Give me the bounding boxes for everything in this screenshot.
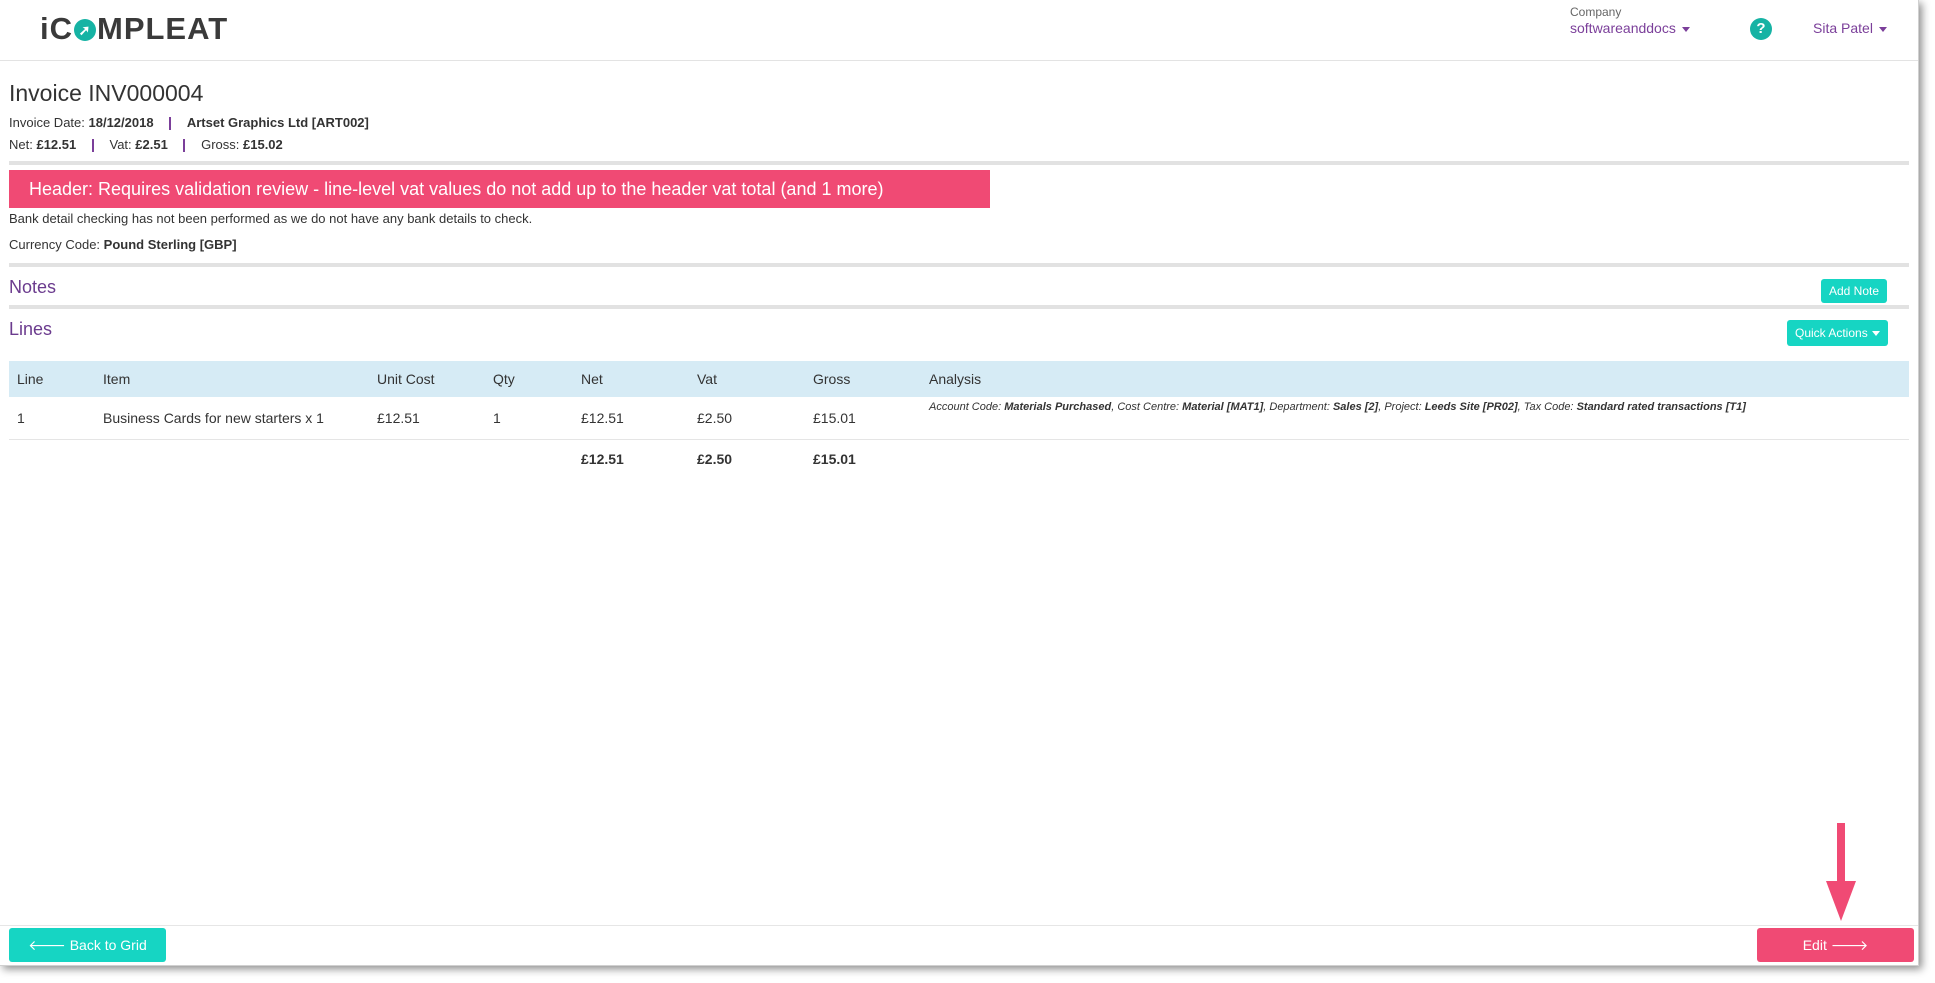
notes-title: Notes: [9, 277, 57, 298]
column-header: Qty: [493, 371, 515, 388]
arrow-right-icon: 🡒: [1826, 937, 1869, 953]
back-label: Back to Grid: [69, 937, 147, 953]
line-number: 1: [9, 397, 95, 441]
total-net: £12.51: [581, 451, 624, 468]
invoice-lines-table: Line Item Unit Cost Qty Net Vat Gross An…: [9, 361, 1909, 478]
company-value: softwareanddocs: [1570, 20, 1676, 36]
gross-value: £15.02: [243, 137, 283, 153]
back-to-grid-button[interactable]: 🡐 Back to Grid: [9, 928, 166, 962]
column-header: Gross: [813, 371, 851, 388]
divider: [9, 161, 1909, 166]
column-header: Net: [581, 371, 603, 388]
net-value: £12.51: [36, 137, 77, 153]
invoice-date-label: Invoice Date:: [9, 115, 85, 130]
supplier-name: Artset Graphics Ltd [ART002]: [186, 115, 369, 130]
main-content: Invoice INV000004 Invoice Date: 18/12/20…: [9, 60, 1909, 478]
edit-button[interactable]: Edit 🡒: [1757, 928, 1914, 962]
user-menu-dropdown[interactable]: Sita Patel: [1813, 20, 1887, 36]
net-label: Net:: [9, 137, 33, 153]
empty-cell: [95, 440, 369, 479]
validation-alert: Header: Requires validation review - lin…: [9, 170, 990, 209]
totals-row: £12.51 £2.50 £15.01: [9, 440, 1909, 479]
line-item: Business Cards for new starters x 1: [95, 397, 369, 441]
column-header: Line: [17, 371, 44, 388]
invoice-date-value: 18/12/2018: [88, 115, 154, 130]
separator: [169, 117, 172, 131]
help-icon[interactable]: ?: [1750, 18, 1772, 40]
vat-value: £2.51: [135, 137, 168, 153]
empty-cell: [485, 440, 573, 479]
lines-title: Lines: [9, 319, 53, 340]
app-window: iC ➚ MPLEAT Company softwareanddocs ? Sita…: [0, 0, 1919, 966]
total-gross: £15.01: [813, 451, 856, 468]
currency-row: Currency Code: Pound Sterling [GBP]: [9, 237, 1909, 252]
company-selector: Company softwareanddocs: [1570, 5, 1690, 36]
vat-label: Vat:: [109, 137, 132, 153]
table-header-row: Line Item Unit Cost Qty Net Vat Gross An…: [9, 361, 1909, 398]
analysis-label: Project:: [1384, 401, 1422, 414]
footer-divider: [0, 925, 1918, 926]
total-vat: £2.50: [697, 451, 733, 468]
company-dropdown[interactable]: softwareanddocs: [1570, 20, 1690, 36]
quick-actions-button[interactable]: Quick Actions: [1787, 320, 1888, 347]
table-row[interactable]: 1 Business Cards for new starters x 1 £1…: [9, 397, 1909, 441]
analysis-value: Standard rated transactions [T1]: [1576, 401, 1746, 414]
caret-down-icon: [1871, 331, 1880, 337]
line-qty: 1: [485, 397, 573, 441]
analysis-value: Sales [2]: [1332, 401, 1379, 414]
company-label: Company: [1570, 5, 1622, 19]
logo-text-start: iC: [40, 11, 73, 46]
caret-down-icon: [1681, 26, 1690, 32]
analysis-label: Cost Centre:: [1117, 401, 1180, 414]
analysis-value: Material [MAT1]: [1182, 401, 1264, 414]
analysis-label: Account Code:: [929, 401, 1002, 414]
column-header: Unit Cost: [377, 371, 435, 388]
annotation-arrow-icon: [1826, 823, 1856, 921]
add-note-button[interactable]: Add Note: [1821, 279, 1888, 304]
gross-label: Gross:: [201, 137, 240, 153]
invoice-totals-row: Net: £12.51 Vat: £2.51 Gross: £15.02: [9, 137, 1909, 153]
empty-cell: [9, 440, 95, 479]
column-header: Vat: [697, 371, 717, 388]
line-gross: £15.01: [805, 397, 921, 441]
logo-arrow-icon: ➚: [74, 19, 96, 41]
column-header: Item: [103, 371, 131, 388]
edit-label: Edit: [1802, 937, 1827, 953]
icompleat-logo[interactable]: iC ➚ MPLEAT: [40, 11, 228, 47]
logo-text-end: MPLEAT: [97, 11, 229, 46]
page-title: Invoice INV000004: [9, 80, 204, 106]
invoice-meta-row: Invoice Date: 18/12/2018 Artset Graphics…: [9, 115, 1909, 131]
line-vat: £2.50: [689, 397, 805, 441]
bank-detail-note: Bank detail checking has not been perfor…: [9, 211, 533, 227]
lines-header: Lines Quick Actions: [9, 309, 1909, 353]
line-net: £12.51: [573, 397, 689, 441]
analysis-label: Tax Code:: [1523, 401, 1574, 414]
empty-cell: [921, 440, 1909, 479]
analysis-value: Leeds Site [PR02]: [1424, 401, 1518, 414]
line-unit-cost: £12.51: [369, 397, 485, 441]
arrow-left-icon: 🡐: [28, 937, 70, 953]
line-analysis: Account Code: Materials Purchased, Cost …: [921, 397, 1909, 441]
column-header: Analysis: [929, 371, 982, 388]
notes-section: Notes Add Note: [9, 267, 1909, 305]
currency-value: Pound Sterling [GBP]: [103, 237, 237, 253]
separator: [183, 139, 186, 153]
empty-cell: [369, 440, 485, 479]
separator: [91, 139, 94, 153]
quick-actions-label: Quick Actions: [1795, 326, 1868, 341]
analysis-label: Department:: [1269, 401, 1330, 414]
top-navbar: iC ➚ MPLEAT Company softwareanddocs ? Sita…: [0, 0, 1918, 61]
caret-down-icon: [1878, 26, 1887, 32]
user-name: Sita Patel: [1813, 20, 1873, 36]
currency-label: Currency Code:: [9, 237, 101, 253]
analysis-value: Materials Purchased: [1004, 401, 1112, 414]
